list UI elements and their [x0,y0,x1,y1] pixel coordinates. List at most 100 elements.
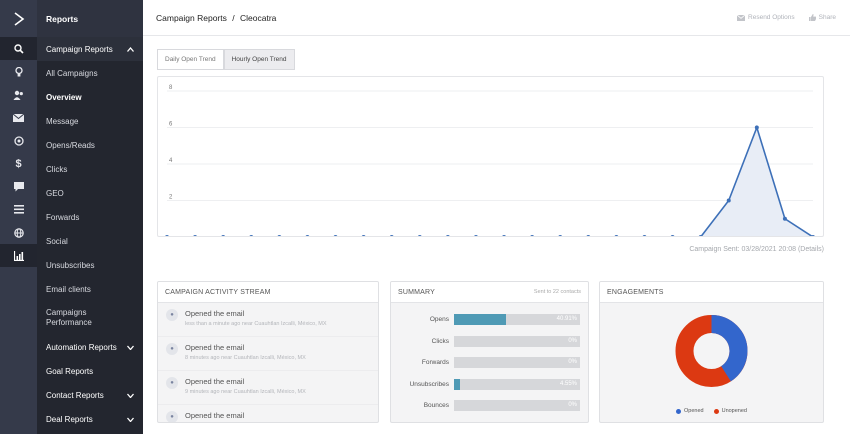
data-point[interactable] [249,235,254,239]
resend-options-label: Resend Options [748,14,795,21]
data-point[interactable] [530,235,535,239]
data-point[interactable] [305,235,310,239]
nav-item-geo[interactable]: GEO [37,181,143,205]
data-point[interactable] [614,235,619,239]
data-point[interactable] [417,235,422,239]
resend-options-button[interactable]: Resend Options [737,14,795,21]
thumbs-up-icon [808,14,816,21]
data-point[interactable] [389,235,394,239]
data-point[interactable] [502,235,507,239]
nav-item-campaigns-performance[interactable]: Campaigns Performance [37,301,143,335]
lightbulb-icon[interactable] [0,60,37,83]
summary-rows: Opens 40.91% Clicks 0% Forwards 0% Unsubscribe… [391,303,588,417]
data-point[interactable] [558,235,563,239]
legend-opened: Opened [676,408,704,414]
summary-bar-fill [454,378,460,390]
campaign-reports-section[interactable]: Campaign Reports [37,37,143,61]
summary-row: Bounces 0% [391,395,588,417]
data-point[interactable] [473,235,478,239]
unopened-swatch [713,408,719,414]
activity-title: Opened the email [185,343,245,352]
summary-row: Unsubscribes 4.55% [391,374,588,396]
open-trend-chart-svg: 8 6 4 2 [165,85,815,239]
envelope-icon [737,14,746,21]
breadcrumb-parent[interactable]: Campaign Reports [156,13,227,23]
trend-tabs: Daily Open Trend Hourly Open Trend [157,49,295,70]
activity-item[interactable]: ● Opened the email [158,405,378,422]
nav-title: Reports [37,0,143,37]
contacts-icon[interactable] [0,83,37,106]
logo-icon[interactable] [0,0,37,37]
summary-title: SUMMARY [398,288,436,296]
nav-item-opens-reads[interactable]: Opens/Reads [37,133,143,157]
chevron-down-icon [127,415,134,424]
summary-row-label: Forwards [421,359,449,367]
deal-reports-section[interactable]: Deal Reports [37,407,143,431]
data-point[interactable] [193,235,198,239]
engagements-header: ENGAGEMENTS [600,282,823,303]
nav-item-email-clients[interactable]: Email clients [37,277,143,301]
opened-swatch [676,408,682,414]
activity-item[interactable]: ● Opened the email 9 minutes ago near Cua… [158,371,378,405]
dollar-icon[interactable]: $ [0,152,37,175]
data-point[interactable] [754,125,759,130]
chevron-down-icon [127,343,134,352]
bar-chart-icon[interactable] [0,244,37,267]
summary-bar: 4.55% [454,378,580,390]
summary-header: SUMMARY Sent to 22 contacts [391,282,588,303]
summary-bar-percent: 0% [568,359,577,366]
legend-opened-label: Opened [684,408,704,414]
data-point[interactable] [445,235,450,239]
summary-row: Opens 40.91% [391,309,588,331]
share-button[interactable]: Share [808,14,836,21]
search-icon[interactable] [0,37,37,60]
activity-item[interactable]: ● Opened the email less than a minute ago… [158,303,378,337]
activity-stream-header: CAMPAIGN ACTIVITY STREAM [158,282,378,303]
globe-icon[interactable] [0,221,37,244]
share-label: Share [818,14,836,21]
open-trend-chart: 8 6 4 2 [157,76,824,239]
data-point[interactable] [726,198,731,203]
data-point[interactable] [221,235,226,239]
data-point[interactable] [642,235,647,239]
target-icon[interactable] [0,129,37,152]
summary-bar-percent: 40.91% [556,316,577,323]
activity-item[interactable]: ● Opened the email 8 minutes ago near Cua… [158,337,378,371]
deal-reports-label: Deal Reports [46,414,93,424]
nav-item-unsubscribes[interactable]: Unsubscribes [37,253,143,277]
person-icon: ● [166,343,178,355]
data-point[interactable] [361,235,366,239]
tab-hourly-open-trend[interactable]: Hourly Open Trend [223,49,295,70]
summary-bar-fill [454,314,506,326]
list-icon[interactable] [0,198,37,221]
campaign-sent-text[interactable]: Campaign Sent: 03/28/2021 20:08 (Details… [689,246,824,253]
nav-item-social[interactable]: Social [37,229,143,253]
chat-icon[interactable] [0,175,37,198]
summary-bar: 0% [454,335,580,347]
automation-reports-label: Automation Reports [46,342,117,352]
contact-reports-section[interactable]: Contact Reports [37,383,143,407]
mail-icon[interactable] [0,106,37,129]
nav-item-clicks[interactable]: Clicks [37,157,143,181]
icon-rail: $ [0,0,37,434]
automation-reports-section[interactable]: Automation Reports [37,335,143,359]
nav-item-message[interactable]: Message [37,109,143,133]
data-point[interactable] [670,235,675,239]
data-point[interactable] [782,216,787,221]
tab-daily-open-trend[interactable]: Daily Open Trend [157,49,224,70]
summary-row-label: Bounces [423,402,449,410]
engagements-donut [675,315,748,387]
summary-row: Clicks 0% [391,331,588,353]
y-tick-label: 2 [169,195,173,201]
data-point[interactable] [277,235,282,239]
data-point[interactable] [165,235,169,239]
activity-meta: 8 minutes ago near Cuauhtlan Izcalli, Mé… [185,355,306,361]
legend-unopened: Unopened [713,408,747,414]
data-point[interactable] [333,235,338,239]
nav-item-forwards[interactable]: Forwards [37,205,143,229]
nav-item-all-campaigns[interactable]: All Campaigns [37,61,143,85]
nav-item-overview[interactable]: Overview [37,85,143,109]
data-point[interactable] [586,235,591,239]
goal-reports-section[interactable]: Goal Reports [37,359,143,383]
breadcrumb-current: Cleocatra [240,12,277,23]
